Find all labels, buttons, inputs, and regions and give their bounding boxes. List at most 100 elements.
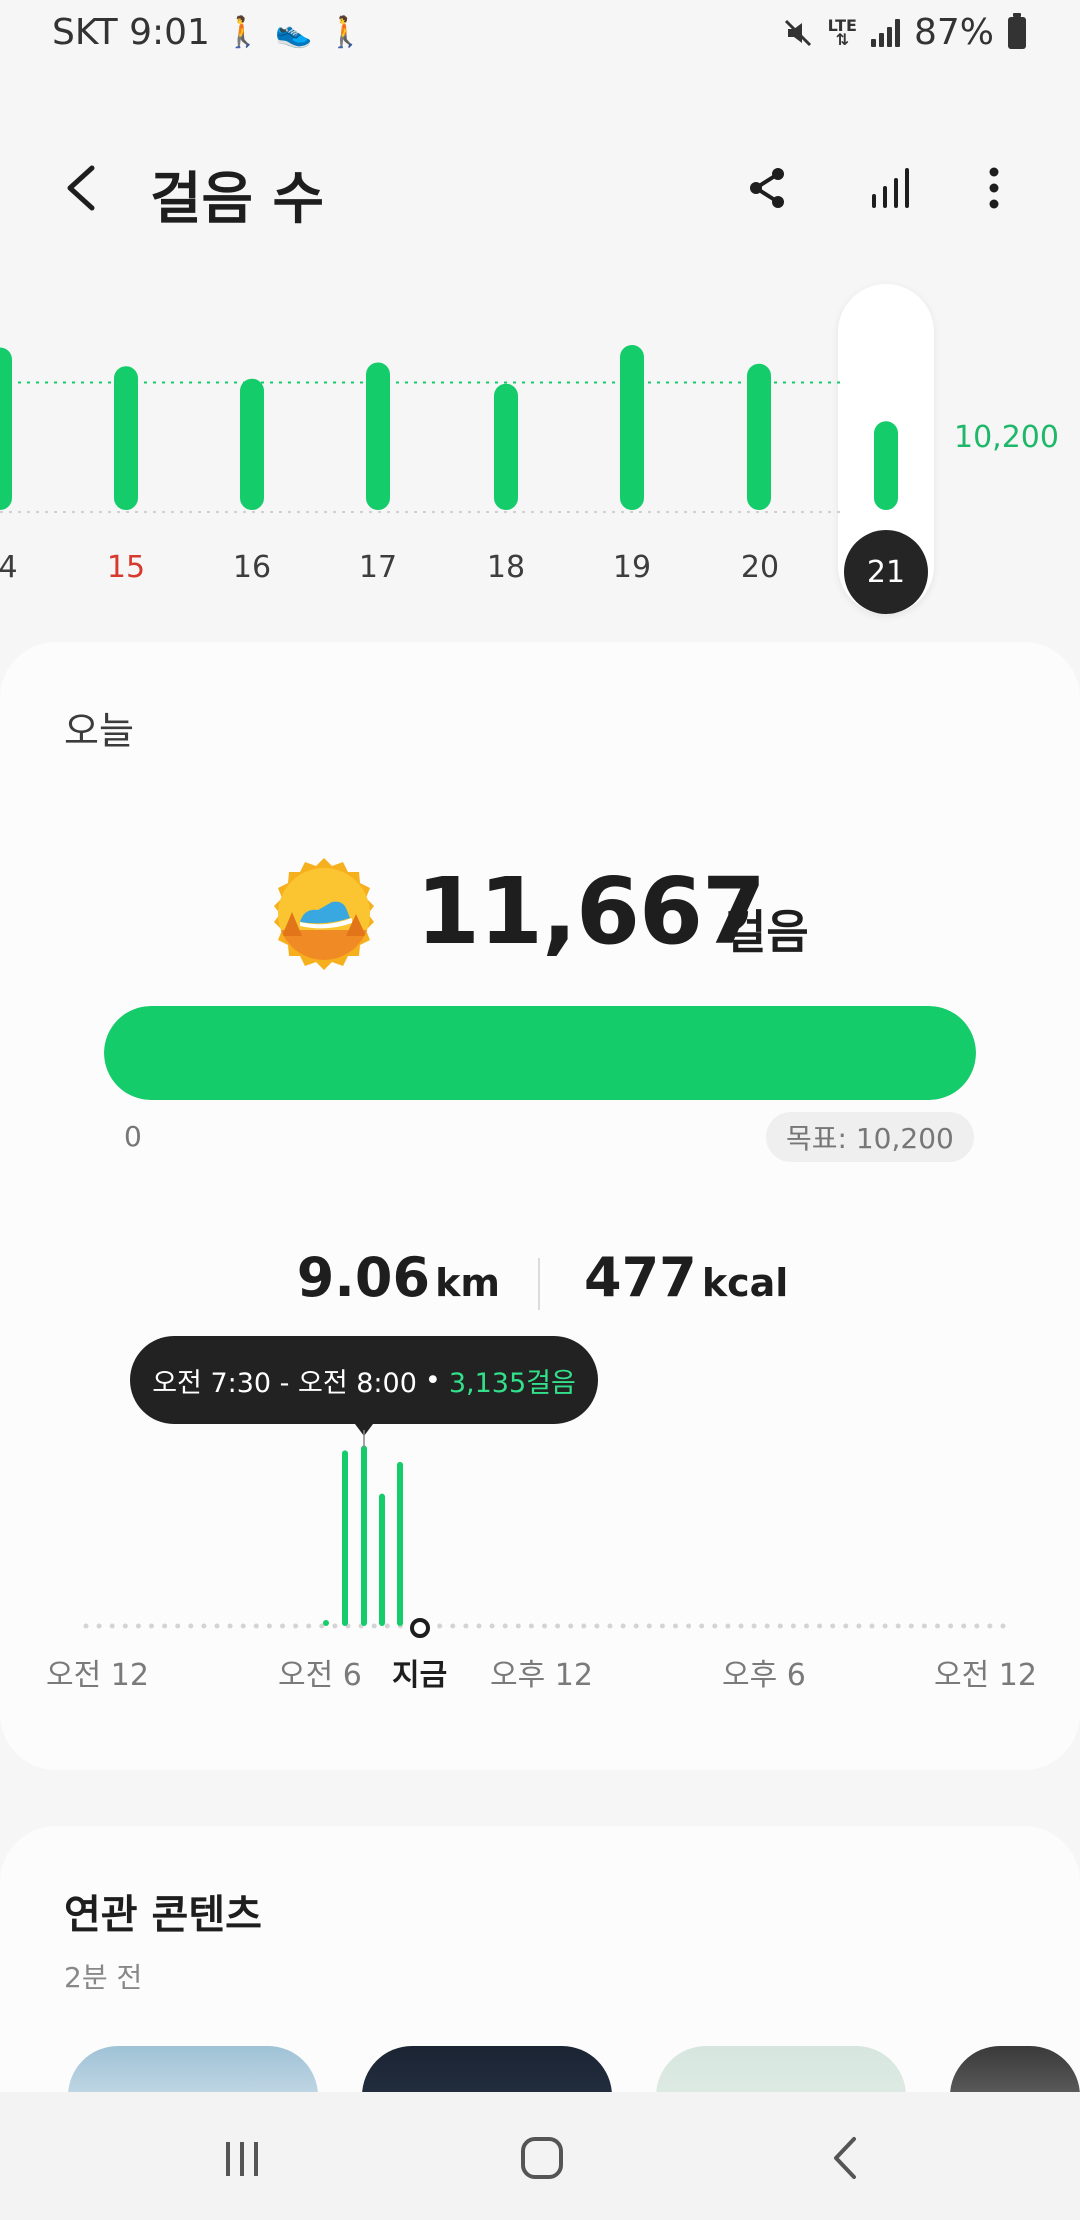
steps-tooltip: 오전 7:30 - 오전 8:00 • 3,135걸음	[130, 1336, 598, 1424]
now-marker	[410, 1618, 430, 1638]
mute-icon	[784, 19, 811, 46]
hour-bar[interactable]	[361, 1445, 367, 1627]
steps-unit: 걸음	[724, 905, 809, 959]
goal-badge-label: 목표: 10,200	[786, 1122, 954, 1155]
day-label[interactable]: 16	[212, 550, 292, 585]
axis-dot	[974, 1623, 980, 1629]
day-label[interactable]: 4	[0, 550, 48, 585]
axis-dot	[266, 1623, 272, 1629]
home-button[interactable]	[502, 2122, 582, 2194]
axis-dot	[646, 1623, 652, 1629]
chart-view-button[interactable]	[852, 150, 928, 226]
axis-dot	[948, 1623, 954, 1629]
hour-bar[interactable]	[379, 1493, 385, 1626]
share-icon	[750, 168, 784, 208]
axis-dot	[332, 1623, 338, 1629]
hour-bar[interactable]	[342, 1450, 348, 1626]
distance-unit: km	[435, 1261, 500, 1305]
bar-21[interactable]	[874, 421, 898, 510]
network-type: LTE ⇅	[827, 15, 857, 49]
bar-17[interactable]	[366, 362, 390, 511]
recent-apps-button[interactable]	[202, 2122, 282, 2194]
recent-apps-icon	[226, 2142, 258, 2176]
hour-bar[interactable]	[397, 1461, 403, 1626]
walking-person-icon: 🚶	[326, 15, 365, 50]
related-content-time: 2분 전	[64, 1961, 143, 1994]
bar-19[interactable]	[620, 345, 644, 510]
calories-unit: kcal	[701, 1261, 789, 1305]
distance-value: 9.06	[296, 1246, 431, 1309]
share-button[interactable]	[730, 150, 806, 226]
day-label[interactable]: 17	[338, 550, 418, 585]
bar-20[interactable]	[747, 363, 771, 510]
axis-dot	[699, 1623, 705, 1629]
day-label-sunday[interactable]: 15	[86, 550, 166, 585]
axis-dot	[869, 1623, 875, 1629]
day-label[interactable]: 19	[592, 550, 672, 585]
day-label[interactable]: 20	[720, 550, 800, 585]
axis-dot	[856, 1623, 862, 1629]
axis-dot	[935, 1623, 940, 1629]
axis-dot	[437, 1623, 443, 1629]
axis-dot	[738, 1623, 744, 1629]
stats-divider	[538, 1258, 540, 1310]
axis-dot	[188, 1623, 194, 1629]
page-title: 걸음 수	[150, 167, 325, 232]
back-button[interactable]	[56, 150, 112, 226]
axis-dot	[149, 1623, 154, 1629]
axis-dot	[135, 1623, 141, 1629]
tooltip-separator: •	[424, 1364, 441, 1396]
progress-start-label: 0	[124, 1120, 142, 1153]
axis-dot	[777, 1623, 783, 1629]
axis-dot	[686, 1623, 692, 1629]
tooltip-time-range: 오전 7:30 - 오전 8:00	[152, 1367, 417, 1399]
bar-chart-icon	[872, 168, 909, 208]
axis-dot	[175, 1623, 181, 1629]
axis-dot	[568, 1623, 574, 1629]
today-label: 오늘	[64, 709, 134, 753]
daily-steps-chart[interactable]	[40, 1430, 1040, 1650]
time-axis-now-label: 지금	[392, 1658, 448, 1693]
stats-row: 9.06 km 477 kcal	[0, 1246, 1080, 1326]
walking-person-icon: 🚶	[223, 15, 262, 50]
calories-value: 477	[584, 1246, 697, 1309]
axis-dot	[804, 1623, 809, 1629]
axis-dot	[450, 1623, 456, 1629]
axis-dot	[555, 1623, 561, 1629]
axis-dot	[594, 1623, 600, 1629]
goal-line-label: 10,200	[954, 420, 1059, 455]
time-axis-label: 오전 12	[46, 1658, 149, 1693]
axis-dot	[817, 1623, 823, 1629]
time-axis-label: 오후 6	[722, 1658, 806, 1693]
axis-dot	[581, 1623, 587, 1629]
calories-stat: 477 kcal	[584, 1246, 788, 1309]
shoe-icon: 👟	[275, 15, 313, 50]
home-icon	[521, 2137, 563, 2179]
bar-14[interactable]	[0, 347, 12, 511]
axis-dot	[908, 1623, 914, 1629]
goal-badge[interactable]: 목표: 10,200	[766, 1112, 974, 1162]
bar-18[interactable]	[494, 383, 518, 510]
day-label-selected[interactable]: 21	[844, 530, 928, 614]
more-options-button[interactable]	[956, 150, 1032, 226]
axis-dot	[162, 1623, 168, 1629]
hour-bar[interactable]	[323, 1620, 329, 1626]
steps-progress-fill	[104, 1006, 976, 1100]
bar-15[interactable]	[114, 366, 138, 510]
bar-16[interactable]	[240, 378, 264, 510]
day-label[interactable]: 18	[466, 550, 546, 585]
axis-dot	[987, 1623, 993, 1629]
axis-dot	[830, 1623, 836, 1629]
nav-back-button[interactable]	[806, 2122, 886, 2194]
more-vertical-icon	[989, 167, 999, 209]
signal-icon	[870, 18, 900, 47]
battery-icon	[1008, 12, 1026, 49]
axis-dot	[751, 1623, 757, 1629]
axis-dot	[843, 1623, 849, 1629]
axis-dot	[620, 1623, 626, 1629]
back-icon	[834, 2137, 856, 2179]
axis-dot	[201, 1623, 207, 1629]
battery-percent: 87%	[913, 12, 994, 53]
axis-dot	[280, 1623, 285, 1629]
axis-dot	[253, 1623, 259, 1629]
